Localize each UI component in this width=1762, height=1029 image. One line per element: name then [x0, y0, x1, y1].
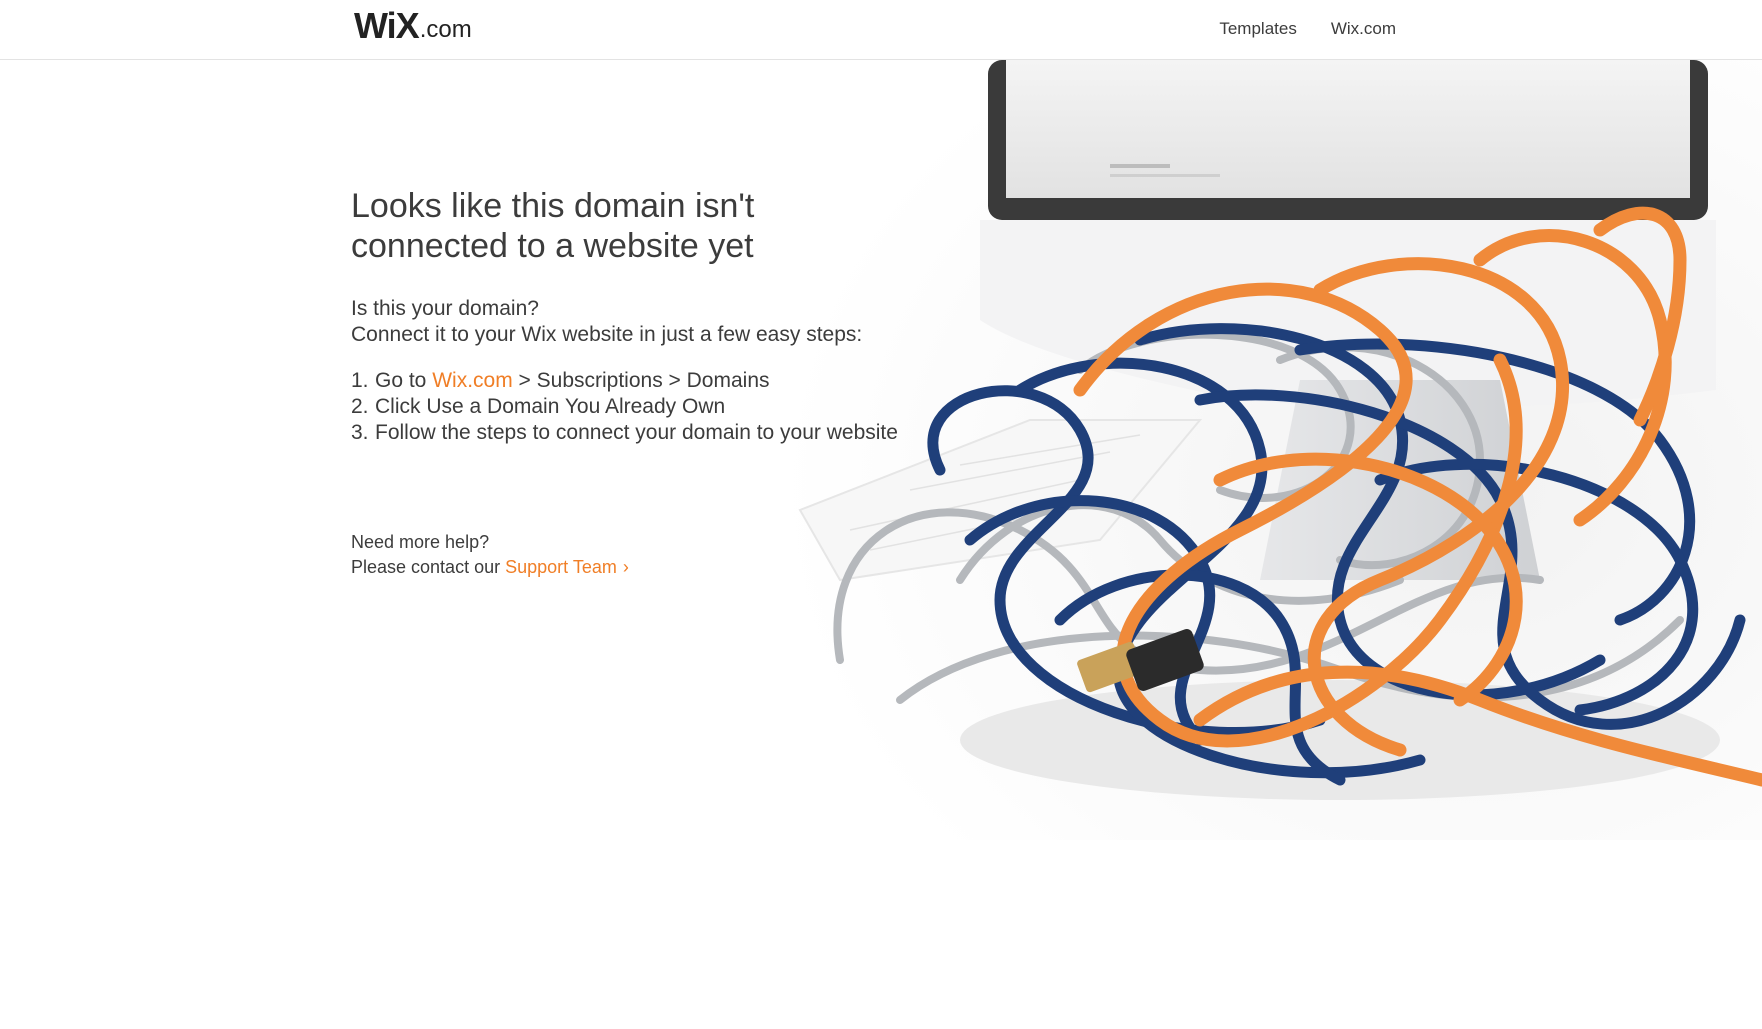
help-line-1: Need more help? — [351, 532, 490, 552]
step-1: 1. Go to Wix.com > Subscriptions > Domai… — [351, 368, 898, 394]
headline-line-2: connected to a website yet — [351, 227, 754, 265]
help-section: Need more help? Please contact our Suppo… — [351, 530, 898, 580]
help-line-2: Please contact our Support Team › — [351, 555, 898, 580]
help-prefix: Please contact our — [351, 557, 506, 577]
step-3-number: 3. — [351, 421, 369, 444]
step-2-text: Click Use a Domain You Already Own — [375, 395, 726, 418]
intro-text: Is this your domain? Connect it to your … — [351, 296, 898, 348]
intro-line-2: Connect it to your Wix website in just a… — [351, 323, 863, 346]
chevron-right-icon: › — [622, 557, 629, 577]
step-3-text: Follow the steps to connect your domain … — [375, 421, 898, 444]
logo-com-text: .com — [419, 16, 472, 43]
step-1-text: Go to Wix.com > Subscriptions > Domains — [375, 368, 770, 394]
wix-logo[interactable]: WiX .com — [354, 5, 472, 46]
wix-com-link[interactable]: Wix.com — [432, 369, 513, 392]
step-1-number: 1. — [351, 369, 369, 392]
step-2: 2. Click Use a Domain You Already Own — [351, 394, 898, 420]
nav-wix-link[interactable]: Wix.com — [1331, 19, 1396, 39]
main-content: Looks like this domain isn't connected t… — [351, 186, 898, 580]
tangled-cables-illustration — [780, 60, 1762, 840]
headline-line-1: Looks like this domain isn't — [351, 187, 755, 225]
support-team-link[interactable]: Support Team › — [505, 557, 629, 577]
step-1-suffix: > Subscriptions > Domains — [512, 369, 770, 392]
page: WiX .com Templates Wix.com Looks like th… — [0, 0, 1762, 1029]
logo-wix-text: WiX — [354, 5, 420, 46]
support-team-label: Support Team — [505, 557, 617, 577]
step-3: 3. Follow the steps to connect your doma… — [351, 420, 898, 446]
nav-templates-link[interactable]: Templates — [1219, 19, 1296, 39]
steps-list: 1. Go to Wix.com > Subscriptions > Domai… — [351, 368, 898, 446]
step-2-number: 2. — [351, 395, 369, 418]
page-title: Looks like this domain isn't connected t… — [351, 186, 831, 266]
top-nav: Templates Wix.com — [1219, 19, 1396, 39]
step-1-prefix: Go to — [375, 369, 433, 392]
top-header: WiX .com Templates Wix.com — [0, 0, 1762, 60]
intro-line-1: Is this your domain? — [351, 297, 539, 320]
